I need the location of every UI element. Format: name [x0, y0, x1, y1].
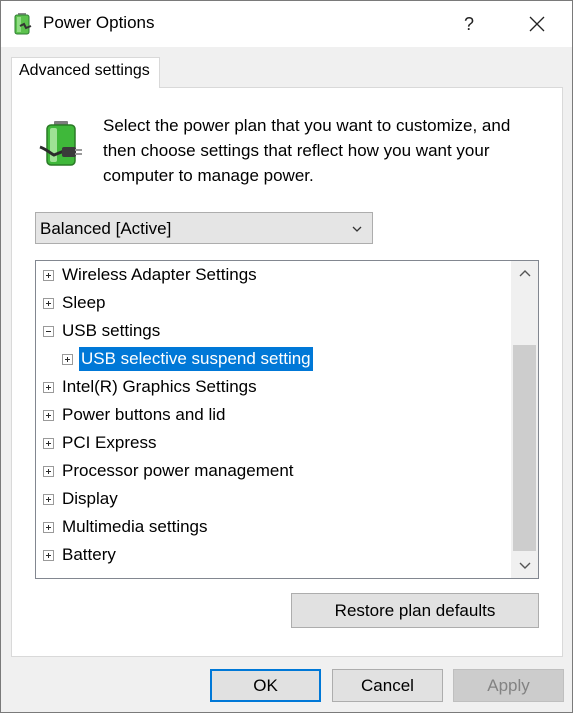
close-icon — [529, 16, 545, 32]
expand-icon[interactable] — [43, 437, 54, 449]
expand-icon[interactable] — [43, 549, 54, 561]
window-title: Power Options — [43, 13, 155, 32]
tree-item-intel-graphics-settings[interactable]: Intel(R) Graphics Settings — [43, 374, 259, 400]
power-options-icon — [14, 13, 32, 35]
ok-button[interactable]: OK — [210, 669, 321, 702]
expand-icon[interactable] — [43, 493, 54, 505]
power-plan-dropdown[interactable]: Balanced [Active] — [35, 212, 373, 244]
collapse-icon[interactable] — [43, 325, 54, 337]
tree-item-label: Battery — [62, 545, 116, 564]
scrollbar-thumb[interactable] — [513, 345, 536, 551]
tree-item-label: Multimedia settings — [62, 517, 208, 536]
close-button[interactable] — [514, 1, 560, 47]
chevron-down-icon — [352, 226, 362, 232]
expand-icon[interactable] — [43, 521, 54, 533]
expand-icon[interactable] — [43, 465, 54, 477]
chevron-down-icon — [519, 562, 530, 569]
help-button[interactable]: ? — [446, 1, 492, 47]
tree-item-label: Processor power management — [62, 461, 294, 480]
cancel-button[interactable]: Cancel — [332, 669, 443, 702]
tree-item-label: Sleep — [62, 293, 106, 312]
tree-item-pci-express[interactable]: PCI Express — [43, 430, 158, 456]
tree-item-battery[interactable]: Battery — [43, 542, 118, 568]
expand-icon[interactable] — [62, 353, 73, 365]
scroll-up-button[interactable] — [511, 261, 538, 285]
tree-item-display[interactable]: Display — [43, 486, 120, 512]
expand-icon[interactable] — [43, 381, 54, 393]
apply-button[interactable]: Apply — [453, 669, 564, 702]
power-plan-value: Balanced [Active] — [40, 219, 172, 238]
tree-item-sleep[interactable]: Sleep — [43, 290, 107, 316]
restore-plan-defaults-button[interactable]: Restore plan defaults — [291, 593, 539, 628]
settings-tree[interactable]: Wireless Adapter Settings Sleep USB sett… — [35, 260, 539, 579]
tree-item-label: PCI Express — [62, 433, 157, 452]
tree-item-wireless-adapter-settings[interactable]: Wireless Adapter Settings — [43, 262, 259, 288]
scroll-down-button[interactable] — [511, 554, 538, 578]
vertical-scrollbar[interactable] — [511, 261, 538, 578]
tree-item-label: Intel(R) Graphics Settings — [62, 377, 257, 396]
tree-item-label: Power buttons and lid — [62, 405, 226, 424]
expand-icon[interactable] — [43, 269, 54, 281]
tree-item-label: USB selective suspend setting — [79, 347, 313, 371]
expand-icon[interactable] — [43, 409, 54, 421]
instruction-text: Select the power plan that you want to c… — [103, 116, 511, 185]
tree-item-power-buttons-and-lid[interactable]: Power buttons and lid — [43, 402, 228, 428]
tree-item-label: USB settings — [62, 321, 161, 340]
title-bar[interactable]: Power Options ? — [1, 1, 572, 47]
tree-item-label: Wireless Adapter Settings — [62, 265, 257, 284]
tree-item-usb-selective-suspend-setting[interactable]: USB selective suspend setting — [62, 346, 313, 372]
chevron-up-icon — [519, 270, 530, 277]
power-options-dialog: Power Options ? Advanced settings Select… — [0, 0, 573, 713]
battery-plug-icon — [39, 121, 82, 166]
tree-item-label: Display — [62, 489, 118, 508]
tree-item-processor-power-management[interactable]: Processor power management — [43, 458, 296, 484]
expand-icon[interactable] — [43, 297, 54, 309]
tab-advanced-settings[interactable]: Advanced settings — [11, 57, 160, 88]
tree-item-usb-settings[interactable]: USB settings — [43, 318, 162, 344]
tree-item-multimedia-settings[interactable]: Multimedia settings — [43, 514, 210, 540]
